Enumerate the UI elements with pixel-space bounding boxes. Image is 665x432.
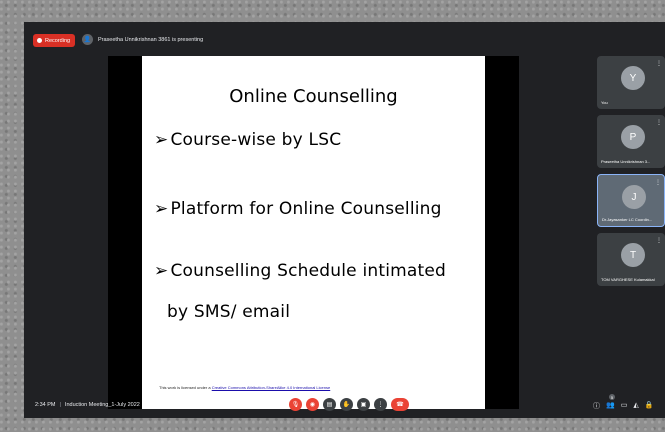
captions-icon[interactable]: ▤ [323,398,336,411]
camera-off-icon[interactable]: ◉ [306,398,319,411]
clock: 2:34 PM [35,402,56,408]
more-options-icon[interactable]: ⋮ [374,398,387,411]
lock-icon[interactable]: 🔒 [645,401,654,411]
more-icon[interactable]: ⋮ [656,60,662,67]
license-link[interactable]: Creative Commons Attribution-ShareAlike … [212,385,331,390]
present-screen-icon[interactable]: ▣ [357,398,370,411]
participant-name: Praseetha Unnikrishnan 3... [601,159,651,164]
meet-window: Recording 👤 Praseetha Unnikrishnan 3861 … [24,22,665,418]
avatar: T [621,243,645,267]
end-call-icon[interactable]: ☎ [391,398,409,411]
chat-icon[interactable]: ▭ [621,401,628,411]
slide-bullet-continuation: by SMS/ email [167,302,291,322]
recording-label: Recording [45,37,71,44]
arrow-bullet-icon: ➢ [154,261,169,281]
presentation-slide: Online Counselling ➢ Course-wise by LSC ➢… [142,56,485,409]
call-controls: 🎙 ◉ ▤ ✋ ▣ ⋮ ☎ [289,398,409,411]
participant-name: Dr.Jayasanker LC Coordin... [602,217,653,222]
arrow-bullet-icon: ➢ [154,130,169,150]
recording-indicator: Recording [33,34,76,47]
license-note: This work is licensed under a Creative C… [159,385,331,390]
bottom-bar: 2:34 PM | Induction Meeting_1-July 2022 🎙 … [24,392,665,418]
mic-off-icon[interactable]: 🎙 [289,398,302,411]
side-controls: ⓘ 👥 ▭ ◭ 🔒 [593,401,653,411]
slide-bullet: ➢ Counselling Schedule intimated [154,261,447,281]
presenter-avatar-icon: 👤 [82,34,93,45]
more-icon[interactable]: ⋮ [656,237,662,244]
record-dot-icon [37,38,42,43]
top-bar: Recording 👤 Praseetha Unnikrishnan 3861 … [24,22,665,60]
participant-tile[interactable]: P ⋮ Praseetha Unnikrishnan 3... [597,115,665,168]
activities-icon[interactable]: ◭ [633,401,638,411]
participant-tile-active[interactable]: J ⋮ Dr.Jayasanker LC Coordin... [597,174,665,227]
info-icon[interactable]: ⓘ [593,401,600,411]
people-icon[interactable]: 👥 [606,401,615,411]
participant-name: TOM VARGHESE Kulamakkal [601,277,655,282]
more-icon[interactable]: ⋮ [655,179,661,186]
participant-tile[interactable]: T ⋮ TOM VARGHESE Kulamakkal [597,233,665,286]
avatar: J [622,185,646,209]
participant-name: You [601,100,608,105]
slide-title: Online Counselling [229,86,398,107]
avatar: P [621,125,645,149]
presenting-text: Praseetha Unnikrishnan 3861 is presentin… [98,36,204,43]
meeting-info: 2:34 PM | Induction Meeting_1-July 2022 [35,402,140,408]
arrow-bullet-icon: ➢ [154,199,169,219]
avatar: Y [621,66,645,90]
more-icon[interactable]: ⋮ [656,119,662,126]
presentation-stage: Online Counselling ➢ Course-wise by LSC ➢… [108,56,519,409]
participant-count-badge: 5 [609,394,615,400]
raise-hand-icon[interactable]: ✋ [340,398,353,411]
slide-bullet: ➢ Course-wise by LSC [154,130,342,150]
meeting-name: Induction Meeting_1-July 2022 [64,402,140,408]
participant-tile[interactable]: Y ⋮ You [597,56,665,109]
presenting-banner: 👤 Praseetha Unnikrishnan 3861 is present… [82,34,203,45]
slide-bullet: ➢ Platform for Online Counselling [154,199,442,219]
